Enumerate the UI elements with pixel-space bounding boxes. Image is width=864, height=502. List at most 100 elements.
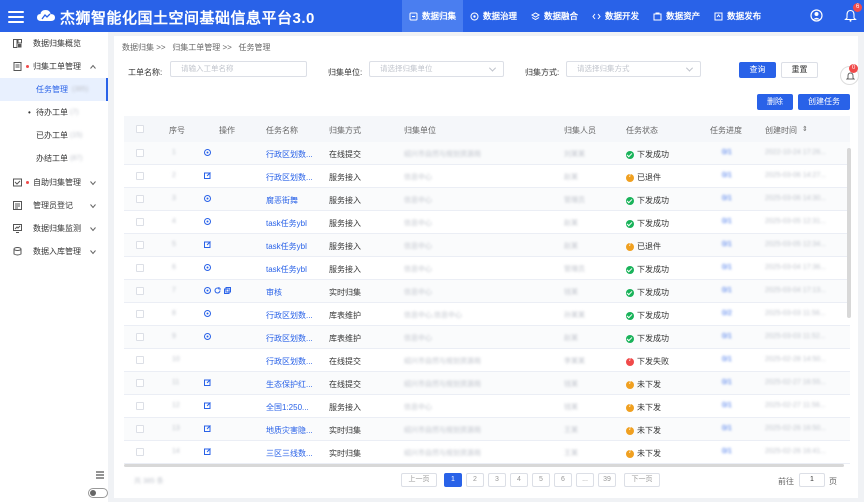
row-checkbox[interactable] — [136, 425, 144, 433]
nav-tab-5[interactable]: 数据资产 — [646, 0, 707, 32]
nav-tab-6[interactable]: 数据发布 — [707, 0, 768, 32]
table-row[interactable]: 4 task任务ybl 服务接入 信息中心 赵某 下发成功 0/1 2025-03-05 12… — [124, 211, 850, 234]
sort-icon[interactable]: ⇕ — [802, 125, 808, 133]
next-page-button[interactable]: 下一页 — [624, 473, 660, 487]
collapse-menu-icon[interactable] — [95, 470, 105, 480]
edit-icon[interactable] — [204, 241, 211, 248]
cell-progress[interactable]: 0/1 — [722, 287, 732, 294]
cell-progress[interactable]: 0/1 — [722, 172, 732, 179]
row-checkbox[interactable] — [136, 310, 144, 318]
unit-select[interactable]: 请选择归集单位 — [369, 61, 504, 77]
page-button[interactable]: 4 — [510, 473, 528, 487]
row-checkbox[interactable] — [136, 241, 144, 249]
task-name-link[interactable]: 地质灾害隐... — [266, 425, 313, 436]
edit-icon[interactable] — [204, 402, 211, 409]
cell-progress[interactable]: 0/1 — [722, 264, 732, 271]
horizontal-scrollbar[interactable] — [124, 464, 844, 467]
sidebar-item-order-management[interactable]: 归集工单管理 — [0, 55, 108, 78]
view-icon[interactable] — [204, 218, 211, 225]
page-button[interactable]: 1 — [444, 473, 462, 487]
create-task-button[interactable]: 创建任务 — [798, 94, 850, 110]
sidebar-item-storage[interactable]: 数据入库管理 — [0, 240, 108, 263]
table-row[interactable]: 10 行政区划数... 在线提交 绍兴市自然与规划资源局 李某某 下发失败 0/1 2025-… — [124, 349, 850, 372]
breadcrumb-item[interactable]: 归集工单管理 >> — [172, 43, 232, 52]
task-name-link[interactable]: 审核 — [266, 287, 282, 298]
row-checkbox[interactable] — [136, 287, 144, 295]
table-row[interactable]: 11 生态保护红... 在线提交 绍兴市自然与规划资源局 钱某 未下发 0/1 2025-02… — [124, 372, 850, 395]
task-name-link[interactable]: task任务ybl — [266, 264, 307, 275]
row-checkbox[interactable] — [136, 356, 144, 364]
theme-toggle[interactable] — [88, 488, 108, 498]
view-icon[interactable] — [204, 264, 211, 271]
row-checkbox[interactable] — [136, 195, 144, 203]
table-row[interactable]: 3 腐恶街舞 服务接入 信息中心 管理员 下发成功 0/1 2025-03-06 14:30.… — [124, 188, 850, 211]
table-row[interactable]: 13 地质灾害隐... 实时归集 绍兴市自然与规划资源局 王某 未下发 0/1 2025-02… — [124, 418, 850, 441]
task-name-link[interactable]: 行政区划数... — [266, 356, 313, 367]
copy-icon[interactable] — [224, 287, 231, 294]
breadcrumb-item[interactable]: 数据归集 >> — [122, 43, 166, 52]
col-header-time[interactable]: 创建时间 — [765, 125, 797, 136]
edit-icon[interactable] — [204, 379, 211, 386]
page-button[interactable]: 5 — [532, 473, 550, 487]
cell-progress[interactable]: 0/1 — [722, 425, 732, 432]
task-name-link[interactable]: task任务ybl — [266, 218, 307, 229]
table-row[interactable]: 14 三区三线数... 实时归集 绍兴市自然与规划资源局 王某 未下发 0/1 2025-02… — [124, 441, 850, 464]
row-checkbox[interactable] — [136, 218, 144, 226]
view-icon[interactable] — [204, 310, 211, 317]
prev-page-button[interactable]: 上一页 — [401, 473, 437, 487]
task-name-link[interactable]: 行政区划数... — [266, 333, 313, 344]
sidebar-item-todo-orders[interactable]: • 待办工单 (7) — [0, 101, 108, 124]
row-checkbox[interactable] — [136, 379, 144, 387]
floating-notification-button[interactable]: 0 — [840, 64, 859, 85]
sidebar-item-admin-register[interactable]: 管理员登记 — [0, 194, 108, 217]
cell-progress[interactable]: 0/1 — [722, 379, 732, 386]
nav-tab-2[interactable]: 数据治理 — [463, 0, 524, 32]
edit-icon[interactable] — [204, 448, 211, 455]
goto-page-input[interactable]: 1 — [799, 473, 825, 487]
cell-progress[interactable]: 0/1 — [722, 195, 732, 202]
view-icon[interactable] — [204, 287, 211, 294]
page-button[interactable]: 2 — [466, 473, 484, 487]
page-button[interactable]: ... — [576, 473, 594, 487]
refresh-icon[interactable] — [214, 287, 221, 294]
sidebar-item-monitoring[interactable]: 数据归集监测 — [0, 217, 108, 240]
edit-icon[interactable] — [204, 172, 211, 179]
hamburger-menu-icon[interactable] — [8, 8, 24, 24]
row-checkbox[interactable] — [136, 172, 144, 180]
nav-tab-3[interactable]: 数据融合 — [524, 0, 585, 32]
view-icon[interactable] — [204, 149, 211, 156]
user-avatar-icon[interactable] — [810, 9, 823, 22]
page-button[interactable]: 39 — [598, 473, 616, 487]
task-name-link[interactable]: 全国1:250... — [266, 402, 309, 413]
cell-progress[interactable]: 0/1 — [722, 333, 732, 340]
sidebar-item-self-service[interactable]: 自助归集管理 — [0, 171, 108, 194]
cell-progress[interactable]: 0/1 — [722, 356, 732, 363]
table-row[interactable]: 7 审核 实时归集 信息中心 钱某 下发成功 0/1 2025-03-04 17:13... — [124, 280, 850, 303]
page-button[interactable]: 3 — [488, 473, 506, 487]
cell-progress[interactable]: 0/2 — [722, 310, 732, 317]
query-button[interactable]: 查询 — [739, 62, 776, 78]
sidebar-item-overview[interactable]: 数据归集概览 — [0, 32, 108, 55]
sidebar-item-closed-orders[interactable]: 办结工单 (87) — [0, 147, 108, 170]
table-row[interactable]: 2 行政区划数... 服务接入 信息中心 赵某 已退件 0/1 2025-03-06 14:2… — [124, 165, 850, 188]
task-name-link[interactable]: task任务ybl — [266, 241, 307, 252]
reset-button[interactable]: 重置 — [781, 62, 818, 78]
page-button[interactable]: 6 — [554, 473, 572, 487]
view-icon[interactable] — [204, 333, 211, 340]
table-row[interactable]: 9 行政区划数... 库表维护 信息中心 赵某 下发成功 0/1 2025-03-03 11:… — [124, 326, 850, 349]
cell-progress[interactable]: 0/1 — [722, 448, 732, 455]
row-checkbox[interactable] — [136, 402, 144, 410]
nav-tab-4[interactable]: 数据开发 — [585, 0, 646, 32]
nav-tab-1[interactable]: 数据归集 — [402, 0, 464, 32]
vertical-scrollbar[interactable] — [847, 148, 851, 318]
order-name-input[interactable]: 请输入工单名称 — [170, 61, 307, 77]
row-checkbox[interactable] — [136, 264, 144, 272]
row-checkbox[interactable] — [136, 149, 144, 157]
table-row[interactable]: 12 全国1:250... 服务接入 信息中心 钱某 未下发 0/1 2025-02-27 1… — [124, 395, 850, 418]
task-name-link[interactable]: 生态保护红... — [266, 379, 313, 390]
cell-progress[interactable]: 0/1 — [722, 218, 732, 225]
method-select[interactable]: 请选择归集方式 — [566, 61, 701, 77]
table-row[interactable]: 6 task任务ybl 服务接入 信息中心 管理员 下发成功 0/1 2025-03-04 1… — [124, 257, 850, 280]
cell-progress[interactable]: 0/1 — [722, 241, 732, 248]
cell-progress[interactable]: 0/1 — [722, 402, 732, 409]
